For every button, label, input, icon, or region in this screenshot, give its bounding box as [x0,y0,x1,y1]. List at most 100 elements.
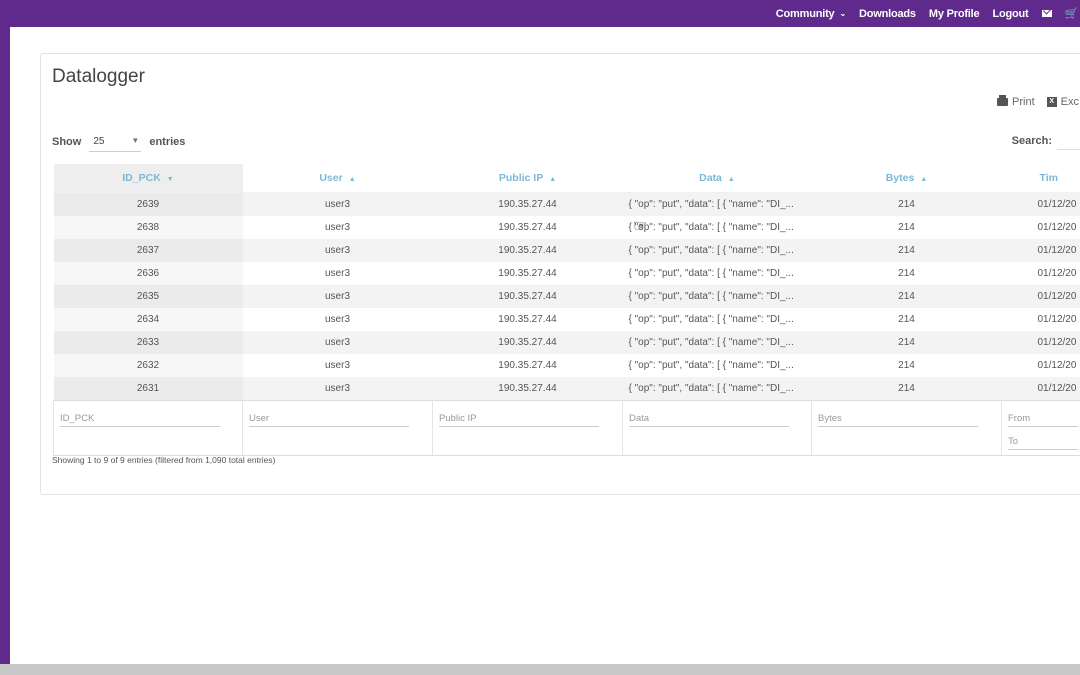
hand-cursor-icon: ☞ [633,218,648,235]
table-row[interactable]: 2639 user3 190.35.27.44 { "op": "put", "… [53,192,1080,216]
column-header-label: Bytes [885,172,915,184]
sort-desc-icon: ▼ [166,176,174,183]
datalogger-card: Datalogger Print X Exc Show 25 ▼ entries… [40,53,1080,495]
cell-user: user3 [324,268,350,279]
cell-user: user3 [242,192,433,216]
page-length-control: Show 25 ▼ entries [52,132,185,152]
filter-input-data[interactable]: Data [629,413,789,427]
cell-time: 01/12/20 [1001,239,1080,262]
mail-button[interactable] [1041,10,1052,17]
cell-public-ip: 190.35.27.44 [432,192,623,216]
cell-data: { "op": "put", "data": [ { "name": "DI_.… [628,268,794,279]
table-row[interactable]: 2632 user3 190.35.27.44 { "op": "put", "… [53,354,1080,377]
column-header-bytes[interactable]: Bytes ▲ [811,164,1002,193]
filter-input-bytes[interactable]: Bytes [818,413,978,427]
table-row[interactable]: 2636 user3 190.35.27.44 { "op": "put", "… [53,262,1080,285]
filter-cell-public-ip: Public IP [432,400,623,456]
main-content: Datalogger Print X Exc Show 25 ▼ entries… [10,27,1080,664]
search-control: Search: [1012,131,1080,150]
filter-input-from[interactable]: From [1008,413,1078,427]
print-button[interactable]: Print [997,95,1035,108]
filter-input-user[interactable]: User [249,413,409,427]
page-length-select[interactable]: 25 ▼ [89,132,142,152]
cell-bytes: 214 [898,268,915,279]
cell-id: 2637 [53,239,243,262]
caret-down-icon: ▼ [131,136,140,145]
cell-time: 01/12/20 [1001,285,1080,308]
filter-cell-id: ID_PCK [53,400,243,456]
filter-cell-time: From To [1001,400,1080,456]
table-row[interactable]: 2635 user3 190.35.27.44 { "op": "put", "… [53,285,1080,308]
sort-asc-icon: ▲ [549,176,557,183]
cell-data: { "op": "put", "data": [ { "name": "DI_.… [622,377,812,401]
nav-logout[interactable]: Logout [992,8,1028,20]
cell-public-ip: 190.35.27.44 [432,377,623,401]
sort-asc-icon: ▲ [727,176,735,183]
cell-id: 2631 [53,377,243,401]
nav-my-profile[interactable]: My Profile [929,8,980,20]
cell-public-ip: 190.35.27.44 [498,268,557,279]
cell-id: 2635 [53,285,243,308]
cell-data: { "op": "put", "data": [ { "name": "DI_.… [622,285,812,308]
column-header-data[interactable]: Data ▲ [622,164,812,193]
column-header-user[interactable]: User ▲ [242,164,433,193]
printer-icon [997,95,1009,106]
nav-community-label: Community [775,7,835,20]
cell-user: user3 [242,331,433,354]
cell-user: user3 [324,314,350,325]
cart-icon: 🛒 [1064,8,1079,20]
filter-input-id[interactable]: ID_PCK [60,413,220,427]
cell-bytes: 214 [898,314,915,325]
cell-public-ip: 190.35.27.44 [498,222,557,233]
print-label: Print [1012,96,1035,108]
cell-id: 2633 [53,331,243,354]
search-label: Search: [1011,134,1052,147]
filter-cell-data: Data [622,400,812,456]
cell-data: { "op": "put", "data": [ { "name": "DI_.… [628,360,794,371]
cell-user: user3 [242,239,433,262]
cell-data: { "op": "put", "data": [ { "name": "DI_.… [628,314,794,325]
excel-label: Exc [1060,96,1079,108]
filter-input-to[interactable]: To [1008,436,1078,450]
excel-button[interactable]: X Exc [1046,96,1079,108]
table-row[interactable]: 2633 user3 190.35.27.44 { "op": "put", "… [53,331,1080,354]
nav-downloads[interactable]: Downloads [859,8,916,20]
excel-icon: X [1046,97,1057,107]
cell-bytes: 214 [811,192,1002,216]
table-row[interactable]: 2637 user3 190.35.27.44 { "op": "put", "… [53,239,1080,262]
cell-data: { "op": "put", "data": [ { "name": "DI_.… [622,331,812,354]
column-header-label: ID_PCK [122,172,161,184]
table-info: Showing 1 to 9 of 9 entries (filtered fr… [52,455,276,465]
cell-id: 2638 [53,216,243,239]
cell-user: user3 [324,360,350,371]
column-header-time[interactable]: Tim [1001,164,1080,193]
nav-community[interactable]: Community ⌄ [776,8,846,20]
bottom-scrollbar[interactable] [0,664,1080,675]
cell-bytes: 214 [811,377,1002,401]
cell-time: 01/12/20 [1001,192,1080,216]
sort-asc-icon: ▲ [920,176,928,183]
entries-label: entries [149,136,186,148]
search-input[interactable] [1057,131,1080,150]
cell-public-ip: 190.35.27.44 [498,360,557,371]
cell-user: user3 [324,222,350,233]
mail-icon [1041,10,1052,17]
column-header-label: Data [699,172,722,184]
cart-button[interactable]: 🛒 [1065,7,1079,20]
filter-cell-user: User [242,400,433,456]
cell-user: user3 [242,285,433,308]
cell-public-ip: 190.35.27.44 [498,314,557,325]
filter-row: ID_PCK User Public IP Data Bytes From To [53,400,1080,456]
column-header-label: Public IP [498,172,544,184]
column-header-label: User [319,172,343,184]
filter-input-public-ip[interactable]: Public IP [439,413,599,427]
page-title: Datalogger [52,66,145,87]
column-header-id[interactable]: ID_PCK ▼ [53,164,243,193]
column-header-public-ip[interactable]: Public IP ▲ [432,164,623,193]
chevron-down-icon: ⌄ [839,9,846,18]
table-row[interactable]: 2631 user3 190.35.27.44 { "op": "put", "… [53,377,1080,401]
table-row[interactable]: 2634 user3 190.35.27.44 { "op": "put", "… [53,308,1080,331]
table-row[interactable]: 2638 user3 190.35.27.44 { "op": "put", "… [53,216,1080,239]
cell-id: 2632 [53,354,243,377]
table-header-row: ID_PCK ▼ User ▲ Public IP ▲ Data ▲ Bytes ▲ [53,164,1080,193]
